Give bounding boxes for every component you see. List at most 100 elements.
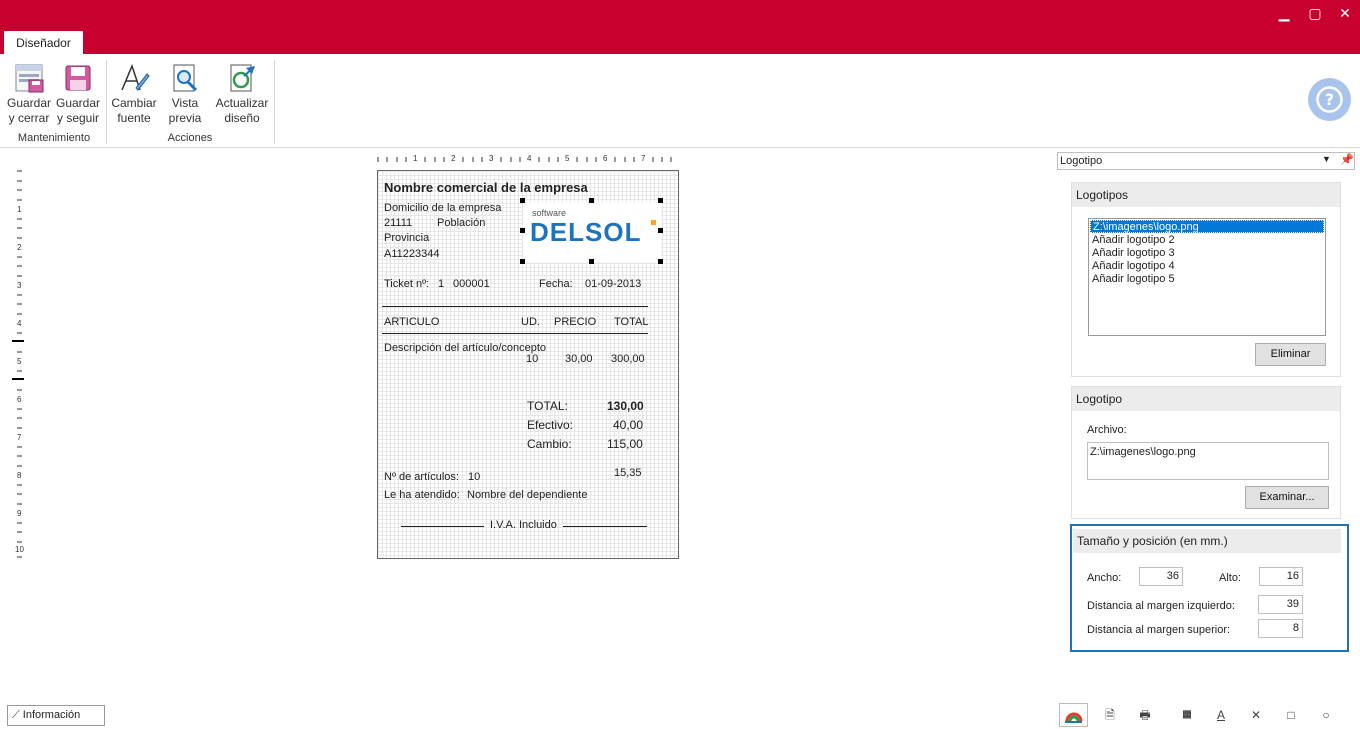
list-item[interactable]: Añadir logotipo 4 [1092,260,1175,273]
divider [382,306,648,307]
resize-handle[interactable] [589,198,594,203]
resize-handle[interactable] [658,259,663,264]
close-button[interactable]: ✕ [1331,4,1359,24]
left-margin-input[interactable]: 39 [1258,595,1303,614]
total-value[interactable]: 130,00 [607,399,644,413]
attended-label[interactable]: Le ha atendido: [384,489,460,501]
logo-panel-title: Logotipo [1072,387,1340,411]
delete-button[interactable]: Eliminar [1255,343,1326,366]
ruler-label: 5 [565,154,570,163]
cash-value[interactable]: 40,00 [613,418,643,432]
help-button[interactable]: ? [1308,78,1351,121]
col-article[interactable]: ARTICULO [384,316,439,328]
properties-tab[interactable] [1059,703,1088,727]
tax-id[interactable]: A11223344 [384,248,439,260]
width-label: Ancho: [1087,572,1122,584]
ticket-series[interactable]: 1 [438,278,444,290]
company-logo[interactable]: software DELSOL [523,202,661,262]
top-margin-input[interactable]: 8 [1258,619,1303,638]
resize-handle[interactable] [589,259,594,264]
file-field[interactable]: Z:\imagenes\logo.png [1087,442,1329,480]
save-continue-button[interactable]: Guardar y seguir [54,58,102,126]
postal-code[interactable]: 21111 [384,217,412,229]
date-value[interactable]: 01-09-2013 [585,278,641,290]
title-bar [0,0,1360,30]
minimize-button[interactable]: ▁ [1270,4,1298,24]
city[interactable]: Población [437,217,485,229]
cash-label[interactable]: Efectivo: [527,418,573,432]
col-total[interactable]: TOTAL [614,316,648,328]
ruler-label: 4 [17,319,22,328]
printer-icon[interactable]: 🖶 [1136,706,1154,724]
articles-value[interactable]: 10 [468,471,480,483]
update-design-button[interactable]: Actualizar diseño [214,58,270,126]
change-font-button[interactable]: Cambiar fuente [110,58,158,126]
item-description[interactable]: Descripción del artículo/concepto [384,342,546,354]
logos-panel-title: Logotipos [1072,183,1340,207]
item-total[interactable]: 300,00 [611,353,645,365]
ticket-canvas[interactable]: Nombre comercial de la empresa Domicilio… [377,170,679,559]
item-units[interactable]: 10 [526,353,538,365]
resize-handle[interactable] [658,228,663,233]
footer-text[interactable]: I.V.A. Incluido [490,519,557,531]
attended-value[interactable]: Nombre del dependiente [467,489,587,501]
list-item[interactable]: Añadir logotipo 5 [1092,273,1175,286]
company-name[interactable]: Nombre comercial de la empresa [384,180,588,195]
save-close-button[interactable]: Guardar y cerrar [5,58,53,126]
top-margin-label: Distancia al margen superior: [1087,624,1231,636]
group-separator [274,60,275,144]
tax-value[interactable]: 15,35 [614,467,642,479]
col-units[interactable]: UD. [521,316,540,328]
preview-button[interactable]: Vista previa [162,58,208,126]
info-icon: ⟋ [12,709,23,721]
chevron-down-icon[interactable]: ▼ [1322,154,1331,164]
change-label[interactable]: Cambio: [527,437,572,451]
list-item[interactable]: Añadir logotipo 2 [1092,234,1175,247]
ruler-label: 7 [641,154,646,163]
change-value[interactable]: 115,00 [607,437,643,451]
logos-list[interactable]: Z:\imagenes\logo.png Añadir logotipo 2 A… [1088,218,1326,336]
date-label[interactable]: Fecha: [539,278,573,290]
svg-text:?: ? [1325,90,1334,109]
rectangle-icon[interactable]: □ [1282,706,1300,724]
company-address[interactable]: Domicilio de la empresa [384,202,501,214]
resize-handle[interactable] [520,259,525,264]
object-selector[interactable]: Logotipo ▼ 📌 [1057,152,1355,170]
group-mantenimiento: Mantenimiento [17,132,91,144]
ruler-label: 2 [451,154,456,163]
resize-handle[interactable] [520,198,525,203]
ticket-number[interactable]: 000001 [453,278,490,290]
list-item[interactable]: Añadir logotipo 3 [1092,247,1175,260]
articles-label[interactable]: Nº de artículos: [384,471,459,483]
province[interactable]: Provincia [384,232,429,244]
divider [382,333,648,334]
ellipse-icon[interactable]: ○ [1317,706,1335,724]
update-design-label-1: Actualizar [215,96,269,110]
line-tool-icon[interactable]: ✕ [1247,706,1265,724]
qr-code-icon[interactable]: ▦ [1178,706,1196,724]
ruler-label: 6 [603,154,608,163]
tab-disenador[interactable]: Diseñador [4,31,83,55]
logo-panel: Logotipo Archivo: Z:\imagenes\logo.png E… [1071,386,1341,519]
col-price[interactable]: PRECIO [554,316,596,328]
ticket-label[interactable]: Ticket nº: [384,278,429,290]
page-icon[interactable]: 🗎 [1101,706,1119,724]
height-input[interactable]: 16 [1259,567,1303,586]
browse-button[interactable]: Examinar... [1245,486,1329,509]
resize-handle[interactable] [520,228,525,233]
text-icon[interactable]: A [1212,706,1230,724]
save-icon [62,62,94,94]
info-button[interactable]: ⟋ Información [7,705,105,726]
group-separator [106,60,107,144]
width-input[interactable]: 36 [1139,567,1183,586]
size-position-title: Tamaño y posición (en mm.) [1073,529,1341,553]
item-price[interactable]: 30,00 [565,353,593,365]
total-label[interactable]: TOTAL: [527,399,568,413]
group-acciones: Acciones [167,132,213,144]
maximize-button[interactable]: ▢ [1301,4,1329,24]
save-close-label-1: Guardar [6,96,52,110]
pin-icon[interactable]: 📌 [1340,153,1354,166]
list-item[interactable]: Z:\imagenes\logo.png [1090,220,1324,233]
resize-handle[interactable] [658,198,663,203]
divider [401,526,484,527]
